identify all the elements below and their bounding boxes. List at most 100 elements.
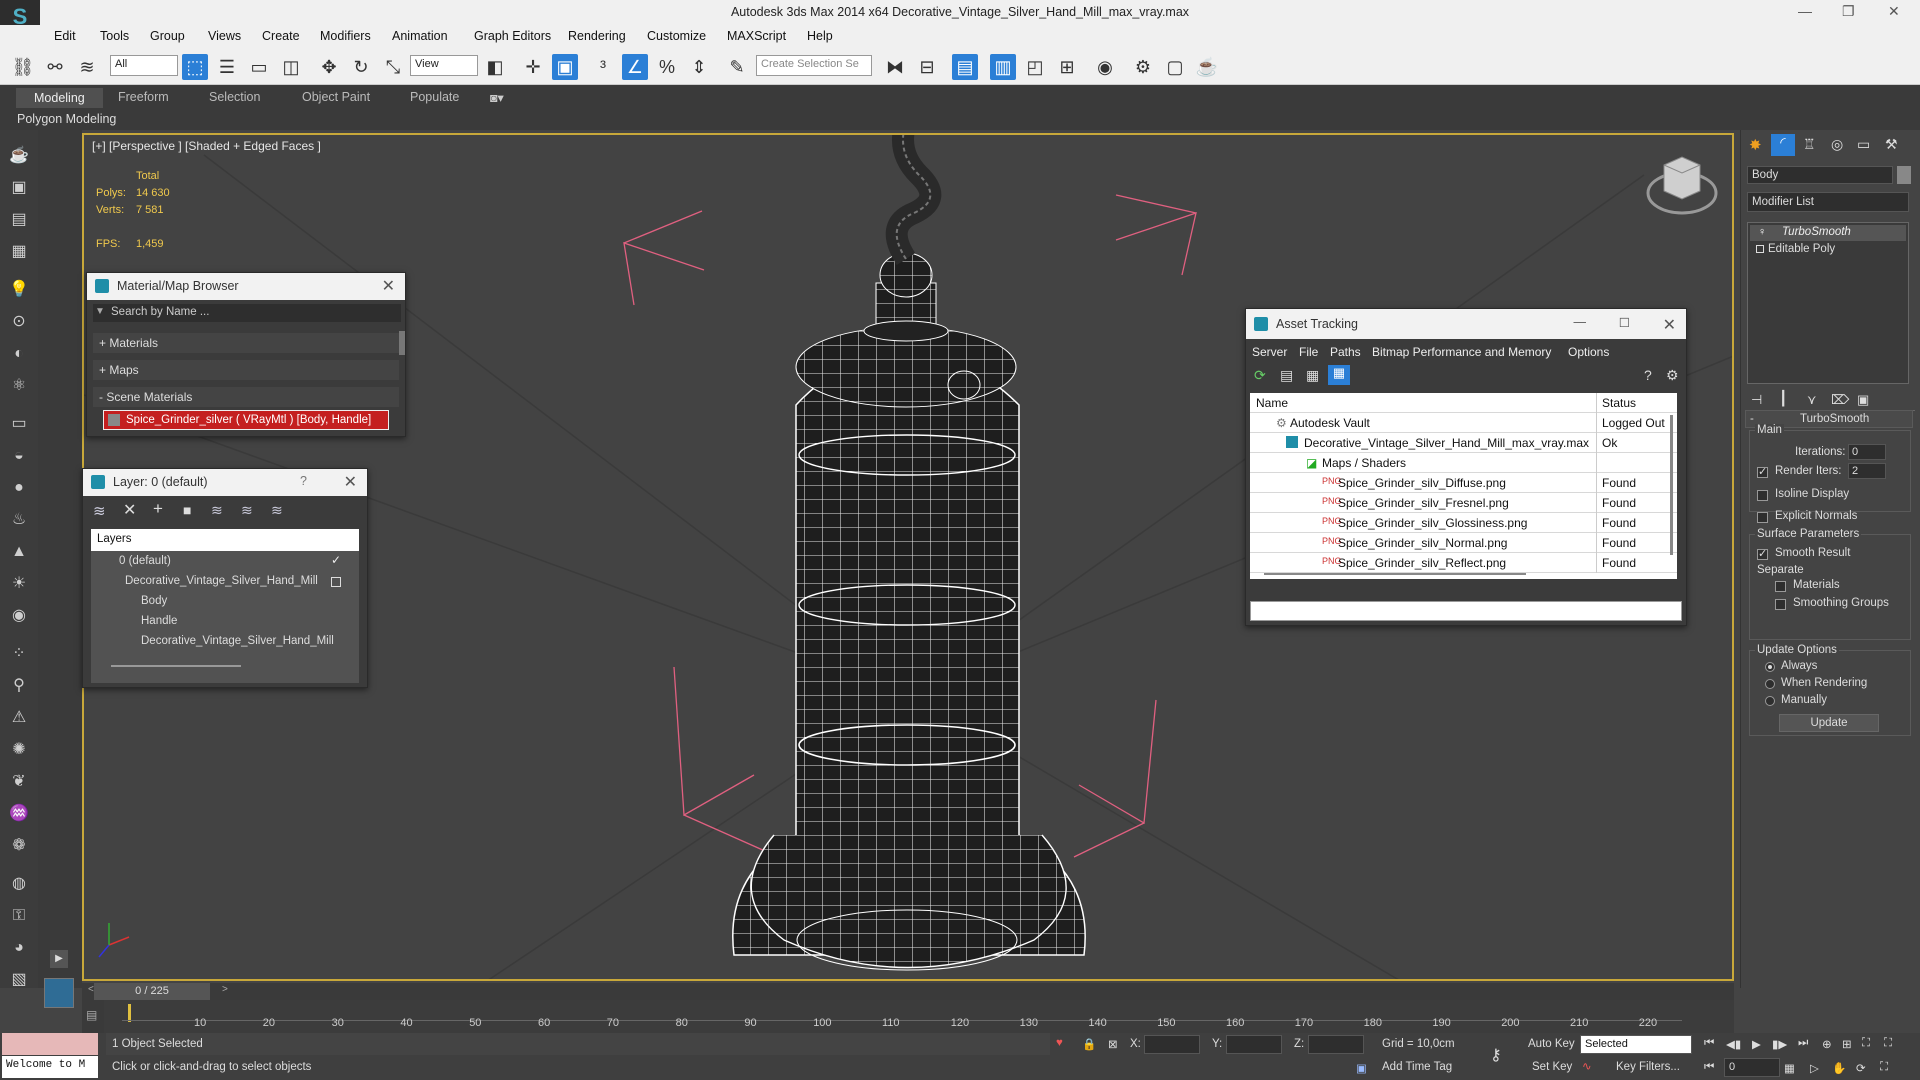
torus-icon[interactable]: ◉ bbox=[7, 604, 31, 628]
object-color-swatch[interactable] bbox=[1897, 166, 1911, 184]
tab-modeling[interactable]: Modeling bbox=[16, 88, 103, 108]
asset-table-scrollbar[interactable] bbox=[1670, 415, 1673, 555]
menu-maxscript[interactable]: MAXScript bbox=[727, 29, 786, 43]
render-setup-icon[interactable]: ⚙ bbox=[1130, 54, 1156, 80]
hemisphere-icon[interactable]: ◒ bbox=[7, 444, 31, 468]
next-key-icon[interactable]: ▮▶ bbox=[1772, 1037, 1787, 1051]
schematic-view-icon[interactable]: ⊞ bbox=[1054, 54, 1080, 80]
menu-customize[interactable]: Customize bbox=[647, 29, 706, 43]
key-filters-button[interactable]: Key Filters... bbox=[1616, 1061, 1680, 1073]
helper-icon[interactable]: ◐ bbox=[7, 342, 31, 366]
remove-modifier-icon[interactable]: ⌦ bbox=[1831, 392, 1849, 408]
hair-icon[interactable]: ♒ bbox=[7, 802, 31, 826]
menu-graph-editors[interactable]: Graph Editors bbox=[474, 29, 551, 43]
table-row[interactable]: PNG Spice_Grinder_silv_Fresnel.png Found bbox=[1250, 493, 1677, 513]
menu-bitmap-performance[interactable]: Bitmap Performance and Memory bbox=[1372, 345, 1551, 359]
isoline-checkbox[interactable] bbox=[1757, 490, 1768, 501]
edit-named-selection-icon[interactable]: ✎ bbox=[724, 54, 750, 80]
angle-snap-icon[interactable]: ∠ bbox=[622, 54, 648, 80]
layer-item-mill[interactable]: Decorative_Vintage_Silver_Hand_Mill bbox=[125, 575, 318, 587]
viewport-label[interactable]: [+] [Perspective ] [Shaded + Edged Faces… bbox=[92, 139, 321, 153]
render-production-icon[interactable]: ☕ bbox=[1194, 54, 1220, 80]
show-end-result-icon[interactable]: ┃ bbox=[1779, 390, 1787, 407]
rendered-frame-icon[interactable]: ▢ bbox=[1162, 54, 1188, 80]
play-icon[interactable]: ▶ bbox=[1752, 1037, 1761, 1051]
ref-coord-dropdown[interactable]: View bbox=[410, 55, 478, 76]
scene-materials-section[interactable]: - Scene Materials bbox=[93, 387, 399, 407]
menu-tools[interactable]: Tools bbox=[100, 29, 129, 43]
box-icon[interactable]: ▭ bbox=[7, 412, 31, 436]
minimize-icon[interactable]: — bbox=[1798, 3, 1812, 19]
absolute-mode-icon[interactable]: ⊠ bbox=[1108, 1037, 1118, 1051]
new-layer-icon[interactable]: ≋ bbox=[93, 502, 106, 520]
asset-path-field[interactable] bbox=[1250, 601, 1682, 621]
current-frame-field[interactable]: 0 bbox=[1724, 1058, 1780, 1077]
material-browser-scrollbar[interactable] bbox=[399, 331, 405, 355]
menu-paths[interactable]: Paths bbox=[1330, 345, 1361, 359]
fov-icon[interactable]: ▷ bbox=[1810, 1061, 1819, 1075]
help-icon[interactable]: ? bbox=[300, 474, 307, 488]
time-slider[interactable]: < 0 / 225 > bbox=[82, 983, 1734, 1000]
render-icon[interactable]: ▣ bbox=[7, 176, 31, 200]
time-slider-thumb[interactable]: 0 / 225 bbox=[94, 983, 210, 1000]
select-by-name-icon[interactable]: ☰ bbox=[214, 54, 240, 80]
smooth-result-checkbox[interactable] bbox=[1757, 547, 1768, 560]
tab-object-paint[interactable]: Object Paint bbox=[302, 90, 370, 104]
zoom-extents-icon[interactable]: ⛶ bbox=[1862, 1037, 1870, 1050]
add-to-layer-icon[interactable]: + bbox=[153, 499, 163, 519]
col-name-header[interactable]: Name bbox=[1256, 396, 1288, 410]
ribbon-options-icon[interactable]: ◙▾ bbox=[490, 90, 504, 105]
utilities-tab-icon[interactable]: ⚒ bbox=[1885, 136, 1898, 153]
iterations-spinner[interactable]: 0 bbox=[1848, 444, 1886, 460]
pan-icon[interactable]: ✋ bbox=[1832, 1061, 1846, 1075]
select-manipulate-icon[interactable]: ✛ bbox=[520, 54, 546, 80]
maximize-viewport-icon[interactable]: ⛶ bbox=[1880, 1061, 1888, 1074]
configure-sets-icon[interactable]: ▣ bbox=[1857, 392, 1869, 408]
maps-section[interactable]: + Maps bbox=[93, 360, 399, 380]
scene-material-item[interactable]: Spice_Grinder_silver ( VRayMtl ) [Body, … bbox=[103, 410, 389, 430]
key-mode-dropdown[interactable]: Selected bbox=[1580, 1035, 1692, 1054]
motion-tab-icon[interactable]: ◎ bbox=[1831, 136, 1843, 153]
active-layer-check-icon[interactable]: ✓ bbox=[331, 553, 341, 567]
orbit-icon[interactable]: ⟳ bbox=[1856, 1061, 1866, 1075]
mini-viewport-icon[interactable] bbox=[44, 978, 74, 1008]
asset-table-hscrollbar[interactable] bbox=[1264, 573, 1526, 575]
goto-end-icon[interactable]: ⏭ bbox=[1798, 1037, 1808, 1050]
manually-radio[interactable] bbox=[1765, 696, 1775, 706]
add-time-tag[interactable]: Add Time Tag bbox=[1382, 1061, 1452, 1073]
time-tag-icon[interactable]: ▣ bbox=[1356, 1061, 1367, 1075]
material-search-input[interactable]: Search by Name ... bbox=[93, 304, 401, 322]
bind-space-warp-icon[interactable]: ≋ bbox=[74, 54, 100, 80]
menu-server[interactable]: Server bbox=[1252, 345, 1287, 359]
plant-icon[interactable]: ❦ bbox=[7, 770, 31, 794]
menu-edit[interactable]: Edit bbox=[54, 29, 76, 43]
maxscript-mini-listener[interactable]: Welcome to M bbox=[2, 1056, 98, 1078]
materials-section[interactable]: + Materials bbox=[93, 333, 399, 353]
teapot-icon[interactable]: ☕ bbox=[7, 144, 31, 168]
close-icon[interactable]: ✕ bbox=[1663, 315, 1676, 335]
help-icon[interactable]: ? bbox=[1644, 367, 1652, 383]
zoom-icon[interactable]: ⊕ bbox=[1822, 1037, 1832, 1051]
make-unique-icon[interactable]: ⋎ bbox=[1807, 392, 1817, 408]
lock-icon[interactable]: 🔒 bbox=[1082, 1037, 1096, 1051]
set-key-button[interactable]: Set Key bbox=[1532, 1061, 1572, 1073]
layer-item-default[interactable]: 0 (default) bbox=[119, 555, 171, 567]
modifier-list-dropdown[interactable]: Modifier List bbox=[1747, 192, 1909, 212]
stack-item-editable-poly[interactable]: Editable Poly bbox=[1750, 242, 1906, 258]
track-bar[interactable]: 10 20 30 40 50 60 70 80 90 100 110 120 130 140 150 160 1… bbox=[82, 1000, 1734, 1033]
select-in-layer-icon[interactable]: ■ bbox=[183, 502, 191, 518]
stack-item-turbosmooth[interactable]: TurboSmooth bbox=[1750, 225, 1906, 241]
menu-modifiers[interactable]: Modifiers bbox=[320, 29, 371, 43]
prev-frame-icon[interactable]: < bbox=[88, 984, 94, 995]
menu-rendering[interactable]: Rendering bbox=[568, 29, 626, 43]
grid-icon[interactable]: ▦ bbox=[7, 240, 31, 264]
refresh-icon[interactable]: ⟳ bbox=[1254, 367, 1266, 384]
goto-start-icon[interactable]: ⏮ bbox=[1704, 1037, 1714, 1050]
scale-icon[interactable]: ⤡ bbox=[380, 54, 406, 80]
layer-scrollbar[interactable] bbox=[111, 665, 241, 667]
delete-layer-icon[interactable]: ✕ bbox=[123, 500, 136, 520]
percent-snap-icon[interactable]: % bbox=[654, 54, 680, 80]
layer-panel-titlebar[interactable]: Layer: 0 (default) ? ✕ bbox=[83, 469, 367, 496]
close-icon[interactable]: ✕ bbox=[382, 276, 395, 296]
scripts-icon[interactable]: ⚿ bbox=[7, 904, 31, 928]
